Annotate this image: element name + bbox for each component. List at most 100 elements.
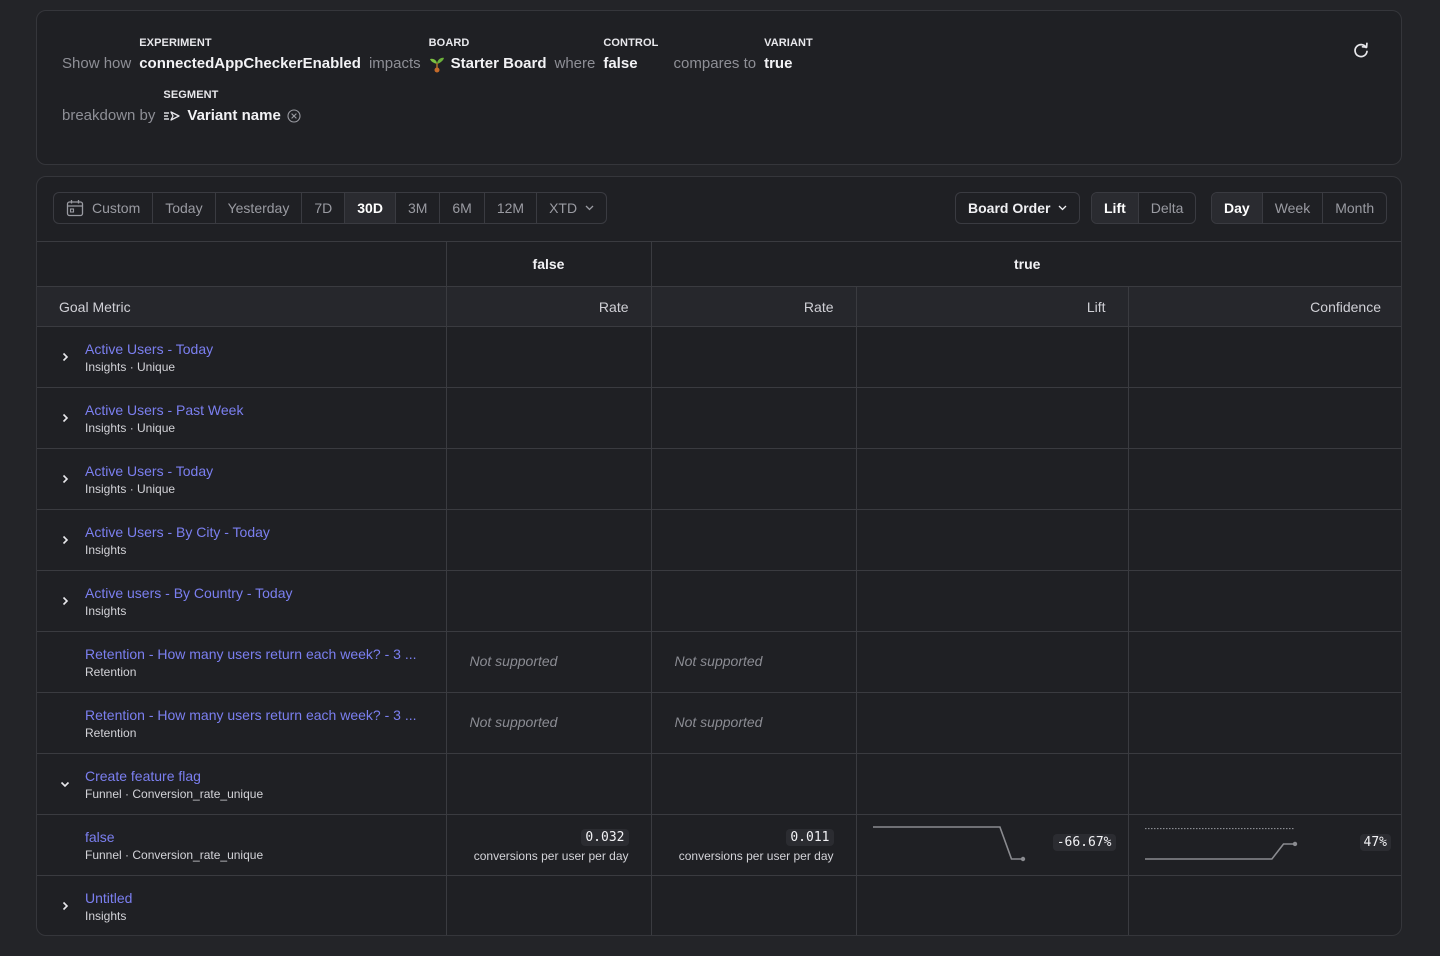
variant-selector[interactable]: VARIANT true (764, 37, 813, 73)
interval-month[interactable]: Month (1323, 193, 1386, 223)
show-how-text: Show how (62, 55, 132, 72)
mode-delta[interactable]: Delta (1139, 193, 1196, 223)
control-value-wrap[interactable]: false (603, 55, 665, 73)
date-range-yesterday[interactable]: Yesterday (216, 193, 303, 223)
lift-value: -66.67% (1052, 834, 1116, 851)
control-rate-cell (445, 875, 652, 935)
lift-sparkline-endpoint (1020, 856, 1025, 862)
control-selector[interactable]: CONTROL false (603, 37, 665, 73)
not-supported-text: Not supported (674, 714, 763, 730)
variant-rate-cell: 0.011 conversions per user per day (650, 814, 857, 876)
lift-cell (855, 387, 1129, 449)
table-row: Retention - How many users return each w… (37, 631, 1401, 693)
metric-name[interactable]: Active Users - By City - Today (85, 523, 446, 541)
not-supported-text: Not supported (469, 653, 558, 669)
metric-subtitle: Insights (85, 908, 127, 923)
chevron-right-icon[interactable] (59, 351, 71, 363)
metrics-table: false true Goal Metric Rate Rate Lift Co… (37, 241, 1401, 935)
chevron-down-icon[interactable] (59, 778, 71, 790)
lift-cell: -66.67% (855, 814, 1129, 876)
metric-subtitle: Insights · Unique (85, 481, 176, 496)
board-label: BOARD (428, 37, 470, 49)
chevron-right-icon[interactable] (59, 534, 71, 546)
board-value-wrap[interactable]: Starter Board (429, 55, 546, 73)
segment-value-wrap[interactable]: Variant name (163, 107, 301, 125)
date-range-6m[interactable]: 6M (440, 193, 485, 223)
variant-rate-cell (650, 448, 857, 510)
date-range-xtd-label: XTD (549, 200, 578, 216)
metric-name[interactable]: Untitled (85, 889, 446, 907)
confidence-sparkline (1144, 828, 1297, 860)
date-range-30d[interactable]: 30D (345, 193, 396, 223)
confidence-sparkline-endpoint (1292, 841, 1297, 847)
variant-label: VARIANT (764, 37, 813, 49)
metric-cell: Create feature flag Funnel · Conversion_… (37, 753, 447, 815)
variant-rate-cell (650, 387, 857, 449)
metric-name[interactable]: Retention - How many users return each w… (85, 645, 446, 663)
clear-segment-icon[interactable] (287, 109, 301, 123)
variant-rate-cell (650, 509, 857, 571)
metric-subtitle: Insights · Unique (85, 359, 176, 374)
chevron-right-icon[interactable] (59, 595, 71, 607)
segment-selector[interactable]: SEGMENT Variant name (163, 89, 301, 125)
metric-cell: Active Users - By City - Today Insights (37, 509, 447, 571)
variant-rate-cell (650, 570, 857, 632)
metric-subtitle: Funnel · Conversion_rate_unique (85, 847, 264, 862)
metric-subtitle: Funnel · Conversion_rate_unique (85, 786, 264, 801)
metric-name[interactable]: Active users - By Country - Today (85, 584, 446, 602)
query-line-2: breakdown by SEGMENT Variant name (62, 89, 309, 125)
confidence-cell (1127, 448, 1401, 510)
col-lift[interactable]: Lift (855, 286, 1129, 327)
compares-to-text: compares to (673, 55, 757, 72)
col-variant-rate[interactable]: Rate (650, 286, 857, 327)
mode-lift[interactable]: Lift (1092, 193, 1139, 223)
metric-cell: Active Users - Past Week Insights · Uniq… (37, 387, 447, 449)
confidence-cell (1127, 753, 1401, 815)
chevron-right-icon[interactable] (59, 900, 71, 912)
control-rate-cell (445, 387, 652, 449)
table-row: Active Users - Today Insights · Unique (37, 448, 1401, 510)
col-control-rate[interactable]: Rate (445, 286, 652, 327)
metric-name[interactable]: Active Users - Today (85, 462, 446, 480)
chevron-right-icon[interactable] (59, 412, 71, 424)
col-confidence[interactable]: Confidence (1127, 286, 1401, 327)
date-range-today[interactable]: Today (153, 193, 216, 223)
metric-name[interactable]: Active Users - Today (85, 340, 446, 358)
metric-cell: Retention - How many users return each w… (37, 692, 447, 754)
table-row: Create feature flag Funnel · Conversion_… (37, 753, 1401, 815)
interval-day[interactable]: Day (1212, 193, 1263, 223)
table-row: Untitled Insights (37, 875, 1401, 935)
board-selector[interactable]: BOARD Starter Board (428, 37, 546, 73)
refresh-icon[interactable] (1351, 41, 1371, 61)
date-range-custom[interactable]: Custom (54, 193, 154, 223)
date-range-7d[interactable]: 7D (302, 193, 346, 223)
table-row: Active Users - By City - Today Insights (37, 509, 1401, 571)
metric-name[interactable]: Active Users - Past Week (85, 401, 446, 419)
interval-week[interactable]: Week (1263, 193, 1324, 223)
experiment-value[interactable]: connectedAppCheckerEnabled (139, 55, 361, 73)
confidence-cell (1127, 387, 1401, 449)
not-supported-text: Not supported (469, 714, 558, 730)
date-range-12m[interactable]: 12M (485, 193, 538, 223)
lift-sparkline (872, 826, 1025, 862)
date-range-3m[interactable]: 3M (396, 193, 441, 223)
col-goal-metric[interactable]: Goal Metric (37, 286, 447, 327)
group-header-variant: true (650, 241, 1401, 287)
control-label: CONTROL (603, 37, 659, 49)
experiment-selector[interactable]: EXPERIMENT connectedAppCheckerEnabled (139, 37, 361, 73)
metric-name[interactable]: false (85, 828, 446, 846)
rate-unit: conversions per user per day (473, 848, 629, 863)
lift-cell (855, 570, 1129, 632)
metric-name[interactable]: Retention - How many users return each w… (85, 706, 446, 724)
group-header-row: false true (37, 241, 1401, 287)
metric-cell: Untitled Insights (37, 875, 447, 935)
date-range-xtd[interactable]: XTD (537, 193, 606, 223)
sort-order-button[interactable]: Board Order (956, 193, 1079, 223)
chevron-right-icon[interactable] (59, 473, 71, 485)
sort-order-dropdown[interactable]: Board Order (955, 192, 1081, 224)
segment-value: Variant name (187, 107, 281, 124)
variant-value[interactable]: true (764, 55, 813, 73)
chevron-down-icon (585, 205, 594, 211)
control-rate-cell: 0.032 conversions per user per day (445, 814, 652, 876)
metric-name[interactable]: Create feature flag (85, 767, 446, 785)
